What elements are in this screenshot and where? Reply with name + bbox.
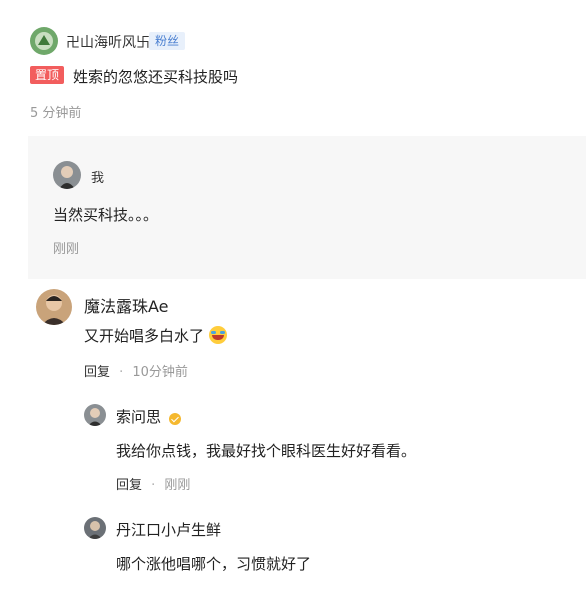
sub-reply-author-name[interactable]: 丹江口小卢生鲜 bbox=[116, 519, 221, 540]
avatar[interactable] bbox=[30, 27, 58, 55]
verified-badge-icon bbox=[169, 413, 181, 425]
pin-badge: 置顶 bbox=[30, 66, 65, 84]
comment-author-name[interactable]: 魔法露珠Ae bbox=[84, 293, 169, 317]
sub-reply-text: 我给你点钱，我最好找个眼科医生好好看看。 bbox=[116, 442, 417, 460]
self-reply-time: 刚刚 bbox=[53, 242, 80, 257]
separator-dot: · bbox=[151, 478, 156, 493]
reply-button[interactable]: 回复 bbox=[116, 478, 142, 493]
sub-reply-avatar[interactable] bbox=[84, 404, 106, 426]
sub-reply-author-name[interactable]: 索问思 bbox=[116, 406, 161, 427]
post-text: 姓索的忽悠还买科技股吗 bbox=[73, 68, 239, 86]
self-avatar[interactable] bbox=[53, 161, 81, 189]
laugh-cry-emoji-icon bbox=[208, 326, 227, 344]
post-author-name[interactable]: 卍山海听风卐 bbox=[66, 32, 150, 52]
sub-reply-time: 刚刚 bbox=[164, 478, 191, 493]
fan-badge: 粉丝 bbox=[149, 32, 186, 50]
sub-reply-text: 哪个涨他唱哪个，习惯就好了 bbox=[116, 555, 312, 573]
comment-time: 10分钟前 bbox=[132, 365, 188, 380]
comment-text-line: 又开始唱多白水了 bbox=[84, 325, 227, 346]
comment-text: 又开始唱多白水了 bbox=[84, 327, 205, 345]
reply-button[interactable]: 回复 bbox=[84, 365, 110, 380]
post-time: 5 分钟前 bbox=[30, 106, 82, 121]
comment-avatar[interactable] bbox=[36, 289, 72, 325]
sub-reply-avatar[interactable] bbox=[84, 517, 106, 539]
separator-dot: · bbox=[119, 365, 124, 380]
self-reply-author: 我 bbox=[91, 171, 105, 186]
sub-reply-actions: 回复 · 刚刚 bbox=[116, 474, 190, 493]
comment-actions: 回复 · 10分钟前 bbox=[84, 361, 188, 380]
self-reply-text: 当然买科技。。。 bbox=[53, 206, 159, 224]
